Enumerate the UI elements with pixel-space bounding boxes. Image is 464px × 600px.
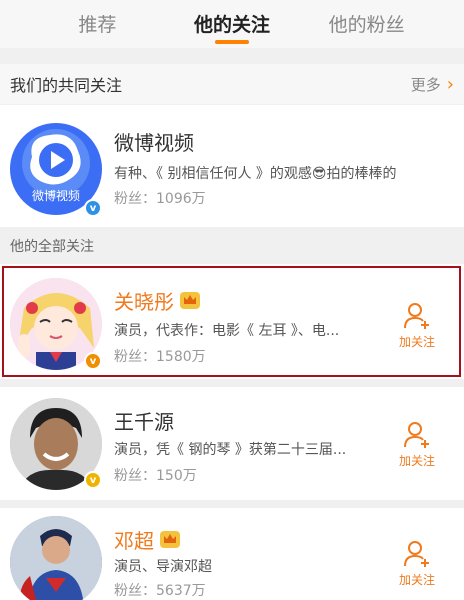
user-fans: 粉丝：150万 bbox=[114, 468, 197, 484]
user-card-deng-chao[interactable]: 邓超 演员、导演邓超 粉丝：5637万 加关注 bbox=[0, 508, 464, 600]
active-tab-indicator bbox=[214, 40, 249, 44]
vip-crown-icon bbox=[160, 531, 180, 548]
superman-avatar-icon bbox=[10, 516, 102, 600]
tab-recommend-label: 推荐 bbox=[78, 14, 117, 36]
tab-his-following[interactable]: 他的关注 bbox=[187, 0, 277, 48]
add-user-icon bbox=[404, 303, 429, 329]
more-label: 更多 bbox=[410, 75, 441, 94]
user-name[interactable]: 关晓彤 bbox=[114, 286, 200, 315]
user-name[interactable]: 邓超 bbox=[114, 525, 180, 554]
tab-his-fans-label: 他的粉丝 bbox=[328, 14, 405, 36]
user-fans: 粉丝：1580万 bbox=[114, 349, 206, 365]
divider bbox=[0, 379, 464, 387]
user-card-guan-xiaotong[interactable]: v 关晓彤 演员，代表作：电影《 左耳 》、电... 粉丝：1580万 加关注 bbox=[0, 264, 464, 379]
tab-his-following-label: 他的关注 bbox=[193, 14, 270, 36]
user-fans: 粉丝：5637万 bbox=[114, 583, 206, 599]
more-button[interactable]: 更多 › bbox=[411, 74, 454, 95]
tab-bar: 推荐 他的关注 他的粉丝 bbox=[0, 0, 464, 48]
user-name[interactable]: 王千源 bbox=[114, 406, 174, 435]
user-name-text: 关晓彤 bbox=[114, 290, 174, 314]
user-card-wang-qianyuan[interactable]: v 王千源 演员，凭《 钢的琴 》获第二十三届... 粉丝：150万 加关注 bbox=[0, 387, 464, 500]
follow-label: 加关注 bbox=[398, 335, 435, 349]
follow-label: 加关注 bbox=[398, 454, 435, 468]
vip-crown-icon bbox=[180, 292, 200, 309]
all-following-label: 他的全部关注 bbox=[0, 228, 464, 264]
follow-label: 加关注 bbox=[398, 573, 435, 587]
user-card-weibo-video[interactable]: 微博视频 v 微博视频 有种、《 别相信任何人 》的观感😎拍的棒棒的 粉丝：10… bbox=[0, 105, 464, 227]
follow-button[interactable]: 加关注 bbox=[395, 300, 439, 350]
tab-his-fans[interactable]: 他的粉丝 bbox=[322, 0, 412, 48]
tab-recommend[interactable]: 推荐 bbox=[52, 0, 142, 48]
follow-button[interactable]: 加关注 bbox=[395, 538, 439, 588]
all-following-title: 他的全部关注 bbox=[10, 239, 94, 255]
add-user-icon bbox=[404, 541, 429, 567]
add-user-icon bbox=[404, 422, 429, 448]
common-following-title: 我们的共同关注 bbox=[10, 76, 123, 95]
verified-yellow-icon: v bbox=[84, 471, 102, 489]
chevron-right-icon: › bbox=[446, 73, 454, 95]
user-fans: 粉丝：1096万 bbox=[114, 191, 206, 207]
user-desc: 有种、《 别相信任何人 》的观感😎拍的棒棒的 bbox=[114, 166, 397, 182]
user-desc: 演员、导演邓超 bbox=[114, 559, 212, 575]
avatar bbox=[10, 516, 102, 600]
divider bbox=[0, 500, 464, 508]
user-name[interactable]: 微博视频 bbox=[114, 127, 194, 156]
verified-blue-icon: v bbox=[84, 199, 102, 217]
user-desc: 演员，凭《 钢的琴 》获第二十三届... bbox=[114, 442, 347, 458]
follow-button[interactable]: 加关注 bbox=[395, 419, 439, 469]
common-following-header: 我们的共同关注 更多 › bbox=[0, 64, 464, 104]
user-desc: 演员，代表作：电影《 左耳 》、电... bbox=[114, 323, 340, 339]
verified-orange-icon: v bbox=[84, 352, 102, 370]
user-name-text: 邓超 bbox=[114, 529, 154, 553]
